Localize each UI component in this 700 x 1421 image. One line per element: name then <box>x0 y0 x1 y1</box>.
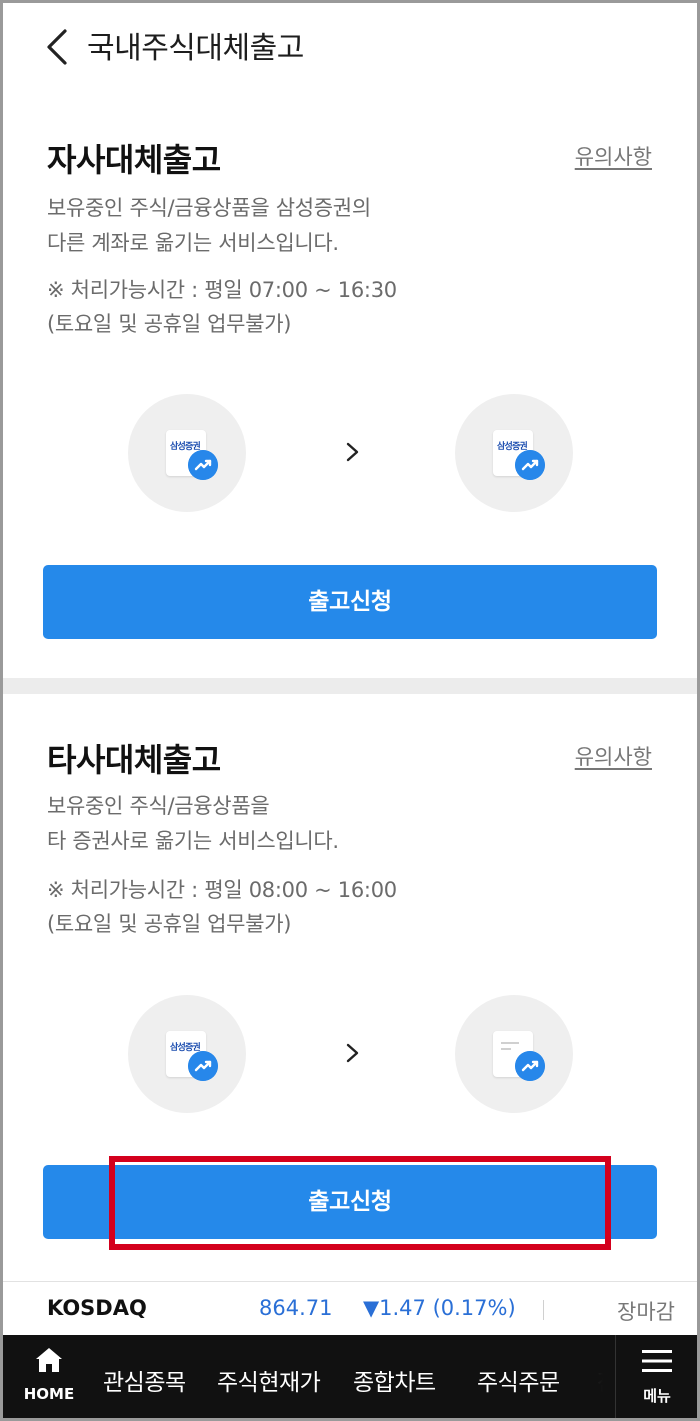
nav-items: 관심종목 주식현재가 종합차트 주식주문 잔 <box>83 1335 615 1418</box>
brand-label: 삼성증권 <box>170 1043 201 1053</box>
hours-line: (토요일 및 공휴일 업무불가) <box>47 912 292 936</box>
chart-up-badge-icon <box>188 1051 218 1081</box>
nav-item-stock-price[interactable]: 주식현재가 <box>217 1363 321 1397</box>
chart-up-badge-icon <box>515 1051 545 1081</box>
hours-line: ※ 처리가능시간 : 평일 08:00 ~ 16:00 <box>47 878 397 902</box>
document-lines-icon <box>501 1042 519 1050</box>
bottom-navigation: HOME 관심종목 주식현재가 종합차트 주식주문 잔 메뉴 <box>3 1335 697 1418</box>
home-button[interactable]: HOME <box>15 1335 83 1418</box>
chevron-right-icon <box>346 1043 359 1063</box>
section-external-transfer: 타사대체출고 유의사항 보유중인 주식/금융상품을 타 증권사로 옮기는 서비스… <box>3 3 697 1281</box>
index-change: ▼1.47 (0.17%) <box>363 1296 516 1320</box>
processing-hours: ※ 처리가능시간 : 평일 08:00 ~ 16:00 (토요일 및 공휴일 업… <box>47 873 397 941</box>
home-icon <box>36 1348 62 1372</box>
app-screen: 국내주식대체출고 자사대체출고 유의사항 보유중인 주식/금융상품을 삼성증권의… <box>3 3 697 1418</box>
index-ticker[interactable]: KOSDAQ 864.71 ▼1.47 (0.17%) 장마감 <box>3 1281 697 1335</box>
highlight-box <box>109 1156 611 1250</box>
ticker-separator <box>543 1300 544 1320</box>
hamburger-menu-icon <box>642 1350 672 1372</box>
from-account-icon: 삼성증권 <box>128 995 246 1113</box>
description-line: 보유중인 주식/금융상품을 <box>47 794 270 818</box>
nav-fade <box>555 1335 615 1418</box>
description-line: 타 증권사로 옮기는 서비스입니다. <box>47 829 339 853</box>
notice-link[interactable]: 유의사항 <box>575 741 652 771</box>
section-title: 타사대체출고 <box>47 741 221 779</box>
index-price: 864.71 <box>259 1296 333 1320</box>
section-description: 보유중인 주식/금융상품을 타 증권사로 옮기는 서비스입니다. <box>47 789 339 859</box>
menu-label: 메뉴 <box>643 1387 671 1405</box>
nav-item-chart[interactable]: 종합차트 <box>353 1363 436 1397</box>
menu-button[interactable]: 메뉴 <box>615 1335 697 1418</box>
market-status: 장마감 <box>617 1300 675 1324</box>
nav-item-watchlist[interactable]: 관심종목 <box>103 1363 186 1397</box>
home-label: HOME <box>23 1385 75 1403</box>
to-account-icon <box>455 995 573 1113</box>
index-name: KOSDAQ <box>47 1296 147 1320</box>
nav-item-order[interactable]: 주식주문 <box>477 1363 560 1397</box>
